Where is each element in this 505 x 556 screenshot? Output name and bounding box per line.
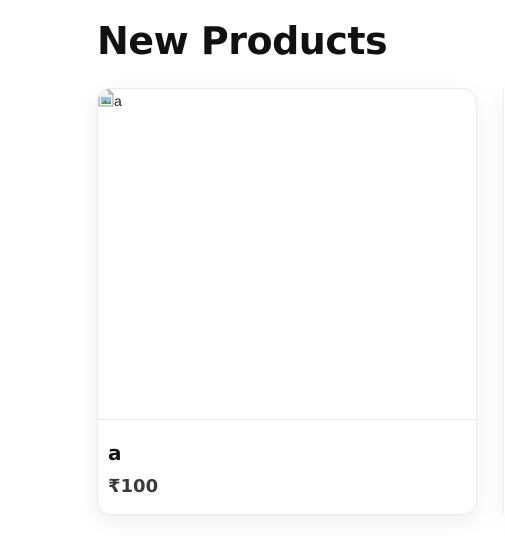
product-image[interactable]: a — [98, 89, 476, 420]
broken-image: a — [98, 89, 122, 109]
product-name[interactable]: a — [108, 440, 466, 466]
product-card[interactable]: a a ₹100 — [97, 88, 477, 515]
image-alt-text: a — [114, 93, 122, 109]
product-price: ₹100 — [108, 476, 159, 497]
product-info: a ₹100 — [98, 420, 476, 498]
section-title: New Products — [97, 19, 388, 63]
broken-image-icon — [98, 89, 114, 107]
new-products-page: New Products a a ₹100 — [0, 0, 505, 556]
